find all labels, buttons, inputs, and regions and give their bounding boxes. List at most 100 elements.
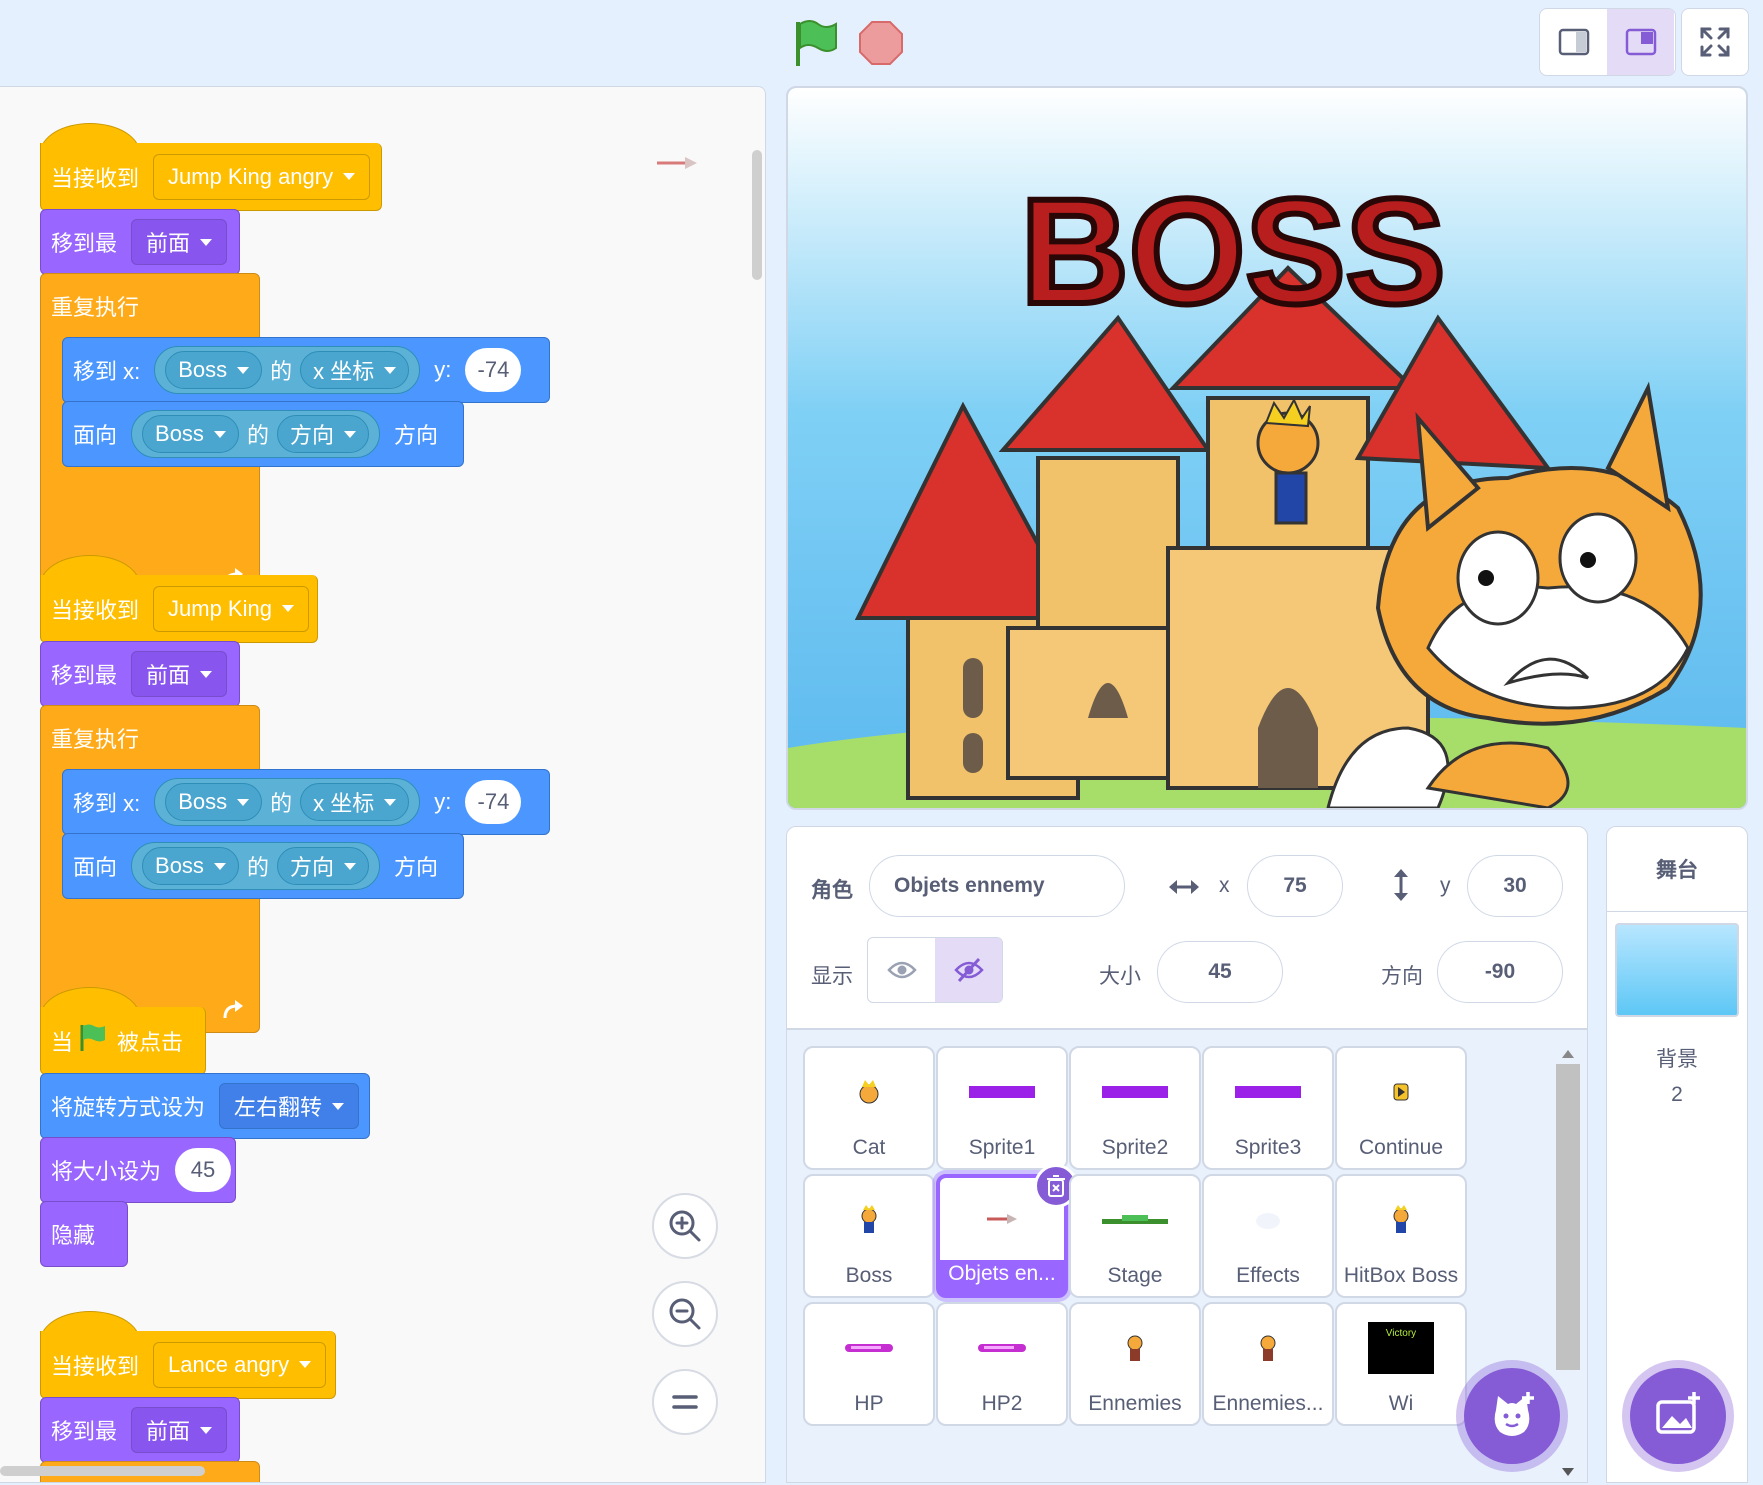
x-input[interactable]: 75 (1247, 855, 1343, 917)
show-eye-icon[interactable] (868, 938, 935, 1002)
property-dropdown[interactable]: x 坐标 (300, 783, 410, 821)
stage-panel-title: 舞台 (1607, 827, 1747, 912)
hp-bar-thumb (805, 1318, 933, 1378)
y-number-input[interactable]: -74 (465, 348, 522, 392)
stage-canvas[interactable]: BOSS (786, 86, 1748, 810)
chevron-down-icon (213, 862, 226, 870)
sprite-tile-name: HP (854, 1392, 884, 1415)
horizontal-arrows-icon (1167, 877, 1201, 902)
chevron-down-icon (332, 1102, 345, 1110)
stop-icon[interactable] (858, 20, 904, 66)
point-towards-block[interactable]: 面向 Boss 的 方向 方向 (62, 833, 464, 899)
sprite-dropdown[interactable]: Boss (142, 847, 239, 885)
code-horizontal-scrollbar[interactable] (0, 1466, 205, 1476)
stage-backdrop-thumbnail[interactable] (1615, 923, 1739, 1017)
block-label: y: (434, 357, 452, 382)
sprite-tile[interactable]: Sprite1 (936, 1046, 1068, 1170)
sprite-tile[interactable]: HitBox Boss (1335, 1174, 1467, 1298)
sprite-tile[interactable]: Continue (1335, 1046, 1467, 1170)
sprite-tile[interactable]: Stage (1069, 1174, 1201, 1298)
sprite-tile[interactable]: Sprite3 (1202, 1046, 1334, 1170)
sensing-of-reporter[interactable]: Boss 的 x 坐标 (154, 778, 421, 826)
property-dropdown[interactable]: 方向 (276, 847, 369, 885)
code-vertical-scrollbar[interactable] (752, 150, 762, 280)
layer-dropdown[interactable]: 前面 (131, 1407, 228, 1453)
when-receive-block[interactable]: 当接收到 Jump King (40, 575, 318, 643)
sensing-of-reporter[interactable]: Boss 的 方向 (131, 410, 380, 458)
sprite-tile-name: Sprite1 (968, 1136, 1036, 1159)
block-label: 移到 x: (73, 791, 141, 816)
dropdown-value: x 坐标 (313, 359, 375, 384)
zoom-reset-icon[interactable] (652, 1369, 718, 1435)
rotation-dropdown[interactable]: 左右翻转 (219, 1083, 360, 1129)
y-number-input[interactable]: -74 (465, 780, 522, 824)
zoom-in-icon[interactable] (652, 1193, 718, 1259)
y-input[interactable]: 30 (1467, 855, 1563, 917)
when-receive-block[interactable]: 当接收到 Lance angry (40, 1331, 336, 1399)
green-flag-icon (77, 1023, 107, 1059)
set-rotation-style-block[interactable]: 将旋转方式设为 左右翻转 (40, 1073, 370, 1139)
point-towards-block[interactable]: 面向 Boss 的 方向 方向 (62, 401, 464, 467)
purple-bar-thumb (1071, 1062, 1199, 1122)
chevron-down-icon (200, 1426, 213, 1434)
go-to-front-block[interactable]: 移到最 前面 (40, 641, 240, 707)
size-input[interactable]: 45 (1157, 941, 1283, 1003)
small-stage-icon[interactable] (1540, 9, 1607, 75)
go-to-front-block[interactable]: 移到最 前面 (40, 209, 240, 275)
direction-input[interactable]: -90 (1437, 941, 1563, 1003)
sprite-dropdown[interactable]: Boss (165, 783, 263, 821)
layer-dropdown[interactable]: 前面 (131, 219, 228, 265)
message-dropdown[interactable]: Jump King angry (153, 153, 371, 200)
sprite-tile-name: HP2 (981, 1392, 1023, 1415)
set-size-block[interactable]: 将大小设为 45 (40, 1137, 236, 1203)
sprite-tile[interactable]: Objets en... (936, 1164, 1078, 1298)
normal-stage-icon[interactable] (1607, 9, 1674, 75)
dropdown-value: 方向 (289, 423, 334, 448)
sprite-dropdown[interactable]: Boss (165, 351, 263, 389)
block-label: 移到最 (51, 1419, 118, 1444)
block-label: 的 (270, 791, 293, 816)
when-flag-clicked-block[interactable]: 当 被点击 (40, 1007, 206, 1075)
green-flag-icon[interactable] (790, 18, 842, 70)
code-area[interactable]: 当接收到 Jump King angry 移到最 前面 重复执行 移到 x: B… (0, 86, 766, 1483)
property-dropdown[interactable]: x 坐标 (300, 351, 410, 389)
sensing-of-reporter[interactable]: Boss 的 x 坐标 (154, 346, 421, 394)
chevron-down-icon (213, 430, 226, 438)
size-number-input[interactable]: 45 (175, 1148, 232, 1192)
add-backdrop-button[interactable] (1630, 1368, 1726, 1464)
sprite-list-scrollbar-thumb[interactable] (1556, 1064, 1580, 1370)
sprite-dropdown[interactable]: Boss (142, 415, 239, 453)
dropdown-value: Boss (155, 421, 204, 446)
when-receive-block[interactable]: 当接收到 Jump King angry (40, 143, 382, 211)
sprite-tile[interactable]: Sprite2 (1069, 1046, 1201, 1170)
sprite-tile[interactable]: Ennemies (1069, 1302, 1201, 1426)
message-dropdown[interactable]: Jump King (153, 585, 309, 632)
add-sprite-button[interactable] (1464, 1368, 1560, 1464)
property-dropdown[interactable]: 方向 (276, 415, 369, 453)
go-to-xy-block[interactable]: 移到 x: Boss 的 x 坐标 y: -74 (62, 769, 550, 835)
stage-size-toggle (1539, 8, 1676, 76)
sprite-tile[interactable]: Ennemies... (1202, 1302, 1334, 1426)
go-to-front-block[interactable]: 移到最 前面 (40, 1397, 240, 1463)
hide-block[interactable]: 隐藏 (40, 1201, 128, 1267)
sprite-name-input[interactable]: Objets ennemy (869, 855, 1125, 917)
sprite-tile[interactable]: HP2 (936, 1302, 1068, 1426)
sprite-tile[interactable]: Boss (803, 1174, 935, 1298)
sprite-tile-name: Ennemies (1088, 1392, 1182, 1415)
sprite-tile[interactable]: Cat (803, 1046, 935, 1170)
message-dropdown[interactable]: Lance angry (153, 1341, 327, 1388)
block-label: 将旋转方式设为 (51, 1095, 206, 1120)
sprite-tile[interactable]: Victory Wi (1335, 1302, 1467, 1426)
chevron-down-icon (343, 173, 356, 180)
zoom-out-icon[interactable] (652, 1281, 718, 1347)
go-to-xy-block[interactable]: 移到 x: Boss 的 x 坐标 y: -74 (62, 337, 550, 403)
sprite-tile[interactable]: Effects (1202, 1174, 1334, 1298)
layer-dropdown[interactable]: 前面 (131, 651, 228, 697)
sprite-tile[interactable]: HP (803, 1302, 935, 1426)
boss-thumb (805, 1190, 933, 1250)
sensing-of-reporter[interactable]: Boss 的 方向 (131, 842, 380, 890)
fullscreen-icon[interactable] (1681, 8, 1749, 76)
hide-eye-icon[interactable] (935, 938, 1002, 1002)
purple-bar-thumb (938, 1062, 1066, 1122)
block-label: 的 (246, 855, 269, 880)
